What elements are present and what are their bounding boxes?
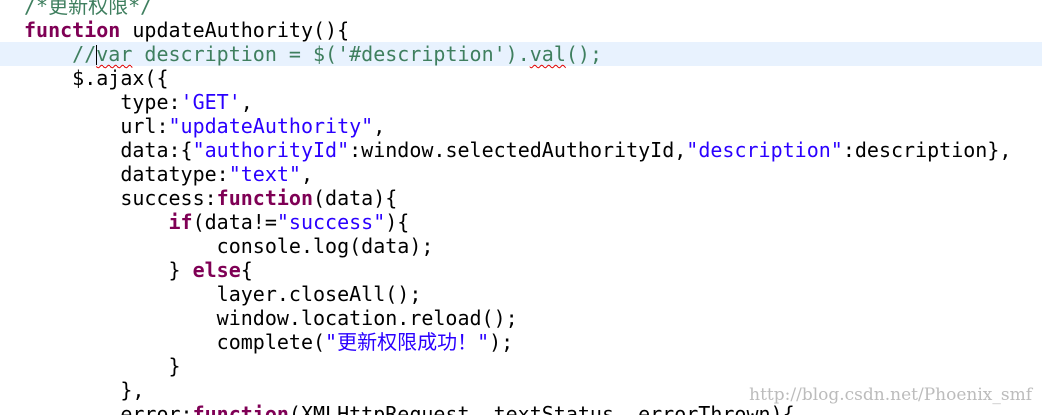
code-token: window.location.reload(); xyxy=(24,306,518,330)
code-line[interactable]: /*更新权限*/ xyxy=(0,0,1042,18)
code-token: (data){ xyxy=(312,186,398,210)
code-token: (XMLHttpRequest, textStatus, errorThrown… xyxy=(288,402,795,415)
code-token: error: xyxy=(24,402,193,415)
code-token: complete( xyxy=(24,330,326,354)
code-line-text: console.log(data); xyxy=(24,234,434,258)
code-token: , xyxy=(240,90,253,114)
code-token: { xyxy=(240,258,253,282)
code-line[interactable]: $.ajax({ xyxy=(0,66,1042,90)
code-line[interactable]: } else{ xyxy=(0,258,1042,282)
string-token: "success" xyxy=(276,210,386,234)
keyword-token: function xyxy=(216,186,313,210)
code-line[interactable]: } xyxy=(0,354,1042,378)
string-token: "updateAuthority" xyxy=(168,114,374,138)
string-token: 'GET' xyxy=(180,90,241,114)
code-token: } xyxy=(24,354,181,378)
code-line[interactable]: function updateAuthority(){ xyxy=(0,18,1042,42)
code-line-text: //var description = $('#description').va… xyxy=(24,42,602,66)
keyword-token: function xyxy=(24,18,121,42)
keyword-token: function xyxy=(192,402,289,415)
code-token: ); xyxy=(489,330,514,354)
code-token: , xyxy=(300,162,313,186)
code-line-text: error:function(XMLHttpRequest, textStatu… xyxy=(24,402,795,415)
comment-token: (); xyxy=(565,42,602,66)
code-line-text: layer.closeAll(); xyxy=(24,282,422,306)
code-line-text: if(data!="success"){ xyxy=(24,210,410,234)
code-editor[interactable]: /*更新权限*/function updateAuthority(){ //va… xyxy=(0,0,1042,415)
code-token: console.log(data); xyxy=(24,234,434,258)
current-line[interactable]: //var description = $('#description').va… xyxy=(0,42,1042,66)
comment-token: description = $('#description'). xyxy=(132,42,530,66)
code-line[interactable]: complete("更新权限成功！"); xyxy=(0,330,1042,354)
spelling-error-token: var xyxy=(96,42,133,66)
code-line-text: } xyxy=(24,354,181,378)
string-token: "description" xyxy=(686,138,843,162)
string-token: "text" xyxy=(228,162,301,186)
code-line-text: url:"updateAuthority", xyxy=(24,114,385,138)
code-token: datatype: xyxy=(24,162,229,186)
code-line-text: complete("更新权限成功！"); xyxy=(24,330,514,354)
code-token: :window.selectedAuthorityId, xyxy=(349,138,687,162)
string-token: "更新权限成功！" xyxy=(325,330,490,354)
comment-token: /*更新权限*/ xyxy=(24,0,153,18)
code-line[interactable]: if(data!="success"){ xyxy=(0,210,1042,234)
code-line-text: window.location.reload(); xyxy=(24,306,518,330)
keyword-token: else xyxy=(192,258,241,282)
code-line[interactable]: datatype:"text", xyxy=(0,162,1042,186)
code-line[interactable]: type:'GET', xyxy=(0,90,1042,114)
string-token: "authorityId" xyxy=(192,138,350,162)
code-line-text: data:{"authorityId":window.selectedAutho… xyxy=(24,138,1011,162)
code-line-text: function updateAuthority(){ xyxy=(24,18,349,42)
code-token: ){ xyxy=(385,210,410,234)
code-line[interactable]: window.location.reload(); xyxy=(0,306,1042,330)
code-line[interactable]: url:"updateAuthority", xyxy=(0,114,1042,138)
code-line[interactable]: layer.closeAll(); xyxy=(0,282,1042,306)
code-line[interactable]: data:{"authorityId":window.selectedAutho… xyxy=(0,138,1042,162)
code-token: }, xyxy=(24,378,145,402)
code-token: url: xyxy=(24,114,169,138)
comment-token: // xyxy=(24,42,97,66)
code-line-text: $.ajax({ xyxy=(24,66,169,90)
code-line-text: type:'GET', xyxy=(24,90,253,114)
keyword-token: if xyxy=(168,210,193,234)
watermark: http://blog.csdn.net/Phoenix_smf xyxy=(749,385,1032,405)
spelling-error-token: val xyxy=(529,42,566,66)
code-line-text: } else{ xyxy=(24,258,253,282)
code-line[interactable]: console.log(data); xyxy=(0,234,1042,258)
code-token: :description}, xyxy=(842,138,1012,162)
code-token: $.ajax({ xyxy=(24,66,169,90)
code-token: success: xyxy=(24,186,217,210)
code-line-text: /*更新权限*/ xyxy=(24,0,152,18)
code-line[interactable]: success:function(data){ xyxy=(0,186,1042,210)
code-token: updateAuthority(){ xyxy=(120,18,350,42)
code-token: } xyxy=(24,258,193,282)
code-line-text: }, xyxy=(24,378,144,402)
code-token: (data!= xyxy=(192,210,277,234)
code-line-text: datatype:"text", xyxy=(24,162,313,186)
code-token: data:{ xyxy=(24,138,193,162)
code-token: type: xyxy=(24,90,181,114)
code-token: layer.closeAll(); xyxy=(24,282,422,306)
code-line-text: success:function(data){ xyxy=(24,186,397,210)
code-token: , xyxy=(373,114,386,138)
